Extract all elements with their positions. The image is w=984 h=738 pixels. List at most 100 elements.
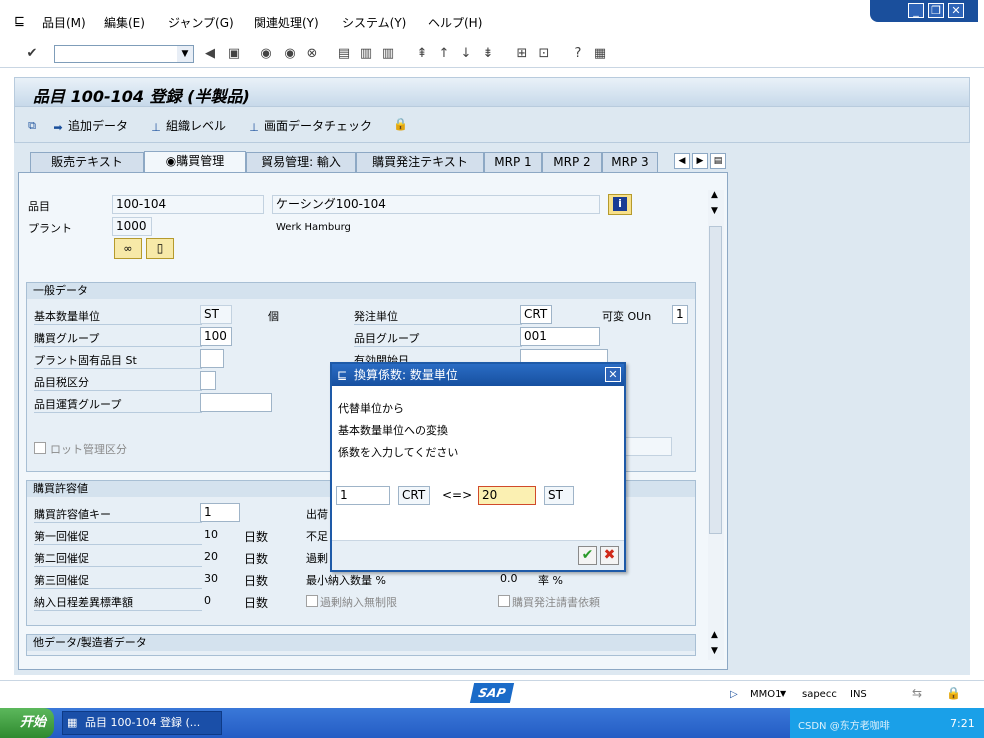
- scroll-thumb[interactable]: [709, 226, 722, 534]
- menu-icon[interactable]: ⊑: [14, 14, 25, 29]
- confirm-button[interactable]: ✔: [578, 546, 597, 565]
- order-unit-field[interactable]: CRT: [520, 305, 552, 324]
- tab-scroll-right-icon[interactable]: ▶: [692, 153, 708, 169]
- scroll-down-bottom-icon[interactable]: ▼: [711, 646, 718, 656]
- tab-purchase-order-text[interactable]: 購買発注テキスト: [356, 152, 484, 172]
- purch-group-field[interactable]: 100: [200, 327, 232, 346]
- first-page-icon[interactable]: ⇞: [414, 46, 430, 62]
- chevron-down-icon[interactable]: ▼: [177, 46, 193, 62]
- std-deviation-unit: 日数: [244, 596, 269, 610]
- enter-icon[interactable]: ✔: [24, 46, 40, 62]
- misc-field[interactable]: [620, 437, 672, 456]
- select-views-button[interactable]: ⧉: [25, 117, 42, 132]
- status-expand-icon[interactable]: ▷: [730, 689, 738, 700]
- back-icon[interactable]: ◉: [258, 46, 274, 62]
- next-page-icon[interactable]: ↓: [458, 46, 474, 62]
- plant-status-field[interactable]: [200, 349, 224, 368]
- back-triangle-icon[interactable]: ◀: [202, 46, 218, 62]
- plant-field[interactable]: 1000: [112, 217, 152, 236]
- tab-mrp2[interactable]: MRP 2: [542, 152, 602, 172]
- command-field[interactable]: ▼: [54, 45, 194, 63]
- freight-group-label: 品目運賃グループ: [34, 396, 202, 413]
- start-button[interactable]: 开始: [0, 708, 54, 738]
- tab-purchasing[interactable]: ◉購買管理: [144, 151, 246, 172]
- session-dropdown-icon[interactable]: ▼: [780, 689, 786, 698]
- menu-extras[interactable]: 関連処理(Y): [254, 14, 319, 31]
- lock-icon[interactable]: 🔒: [393, 117, 408, 131]
- reminder1-label: 第一回催促: [34, 528, 202, 545]
- tolerance-key-field[interactable]: 1: [200, 503, 240, 522]
- cancel-icon[interactable]: ⊗: [304, 46, 320, 62]
- acknowledgement-checkbox[interactable]: [498, 595, 510, 607]
- base-qty-field[interactable]: 20: [478, 486, 536, 505]
- dialog-title: 換算係数: 数量単位: [354, 368, 458, 382]
- tax-ind-field[interactable]: [200, 371, 216, 390]
- layout-menu-icon[interactable]: ▦: [592, 46, 608, 62]
- vertical-scrollbar[interactable]: ▲ ▼ ▲ ▼: [708, 190, 724, 660]
- scroll-up-icon[interactable]: ▲: [711, 190, 718, 200]
- batch-mgmt-checkbox[interactable]: [34, 442, 46, 454]
- print-icon[interactable]: ▤: [336, 46, 352, 62]
- exit-icon[interactable]: ◉: [282, 46, 298, 62]
- alt-qty-field[interactable]: 1: [336, 486, 390, 505]
- batch-mgmt-label: ロット管理区分: [50, 443, 127, 456]
- restore-icon[interactable]: ❐: [928, 3, 944, 18]
- prev-page-icon[interactable]: ↑: [436, 46, 452, 62]
- tab-foreign-trade-import[interactable]: 貿易管理: 輸入: [246, 152, 356, 172]
- shortcut-icon[interactable]: ⊡: [536, 46, 552, 62]
- document-button[interactable]: ▯: [146, 238, 174, 259]
- add-data-button[interactable]: ➡ 追加データ: [51, 117, 128, 134]
- unlimited-overdelivery-checkbox[interactable]: [306, 595, 318, 607]
- underdelivery-label: 不足: [306, 530, 328, 543]
- cancel-button[interactable]: ✖: [600, 546, 619, 565]
- views-icon: ⧉: [28, 119, 36, 132]
- var-oun-field[interactable]: 1: [672, 305, 688, 324]
- taskbar-item-sap[interactable]: ▦ 品目 100-104 登録 (...: [62, 711, 222, 735]
- tab-mrp1[interactable]: MRP 1: [484, 152, 542, 172]
- material-group-field[interactable]: 001: [520, 327, 600, 346]
- base-unit-field: ST: [544, 486, 574, 505]
- min-qty-label: 最小納入数量 %: [306, 574, 386, 587]
- material-label: 品目: [28, 200, 50, 213]
- last-page-icon[interactable]: ⇟: [480, 46, 496, 62]
- clock: 7:21: [950, 717, 975, 730]
- order-unit-label: 発注単位: [354, 308, 522, 325]
- tab-scroll-left-icon[interactable]: ◀: [674, 153, 690, 169]
- menu-system[interactable]: システム(Y): [342, 14, 406, 31]
- tab-list-icon[interactable]: ▤: [710, 153, 726, 169]
- tab-mrp3[interactable]: MRP 3: [602, 152, 658, 172]
- scroll-down-icon[interactable]: ▼: [711, 206, 718, 216]
- save-icon[interactable]: ▣: [226, 46, 242, 62]
- tab-active-icon: ◉: [165, 154, 177, 168]
- reminder3-value: 30: [204, 572, 218, 585]
- info-button[interactable]: i: [608, 194, 632, 215]
- menu-material[interactable]: 品目(M): [42, 14, 86, 31]
- material-description-field[interactable]: ケーシング100-104: [272, 195, 600, 214]
- screen-check-button[interactable]: ⊥ 画面データチェック: [247, 117, 372, 134]
- org-levels-button[interactable]: ⊥ 組織レベル: [149, 117, 226, 134]
- new-session-icon[interactable]: ⊞: [514, 46, 530, 62]
- close-icon[interactable]: ✕: [948, 3, 964, 18]
- menu-help[interactable]: ヘルプ(H): [428, 14, 482, 31]
- tab-sales-text[interactable]: 販売テキスト: [30, 152, 144, 172]
- base-uom-field[interactable]: ST: [200, 305, 232, 324]
- std-deviation-value: 0: [204, 594, 211, 607]
- material-field[interactable]: 100-104: [112, 195, 264, 214]
- menu-goto[interactable]: ジャンプ(G): [168, 14, 234, 31]
- help-icon[interactable]: ?: [570, 46, 586, 62]
- freight-group-field[interactable]: [200, 393, 272, 412]
- reminder1-value: 10: [204, 528, 218, 541]
- info-icon: i: [613, 197, 627, 211]
- menu-bar: ⊑ 品目(M) 編集(E) ジャンプ(G) 関連処理(Y) システム(Y) ヘル…: [0, 0, 984, 40]
- document-icon: ▯: [156, 241, 164, 255]
- find-next-icon[interactable]: ▥: [380, 46, 396, 62]
- menu-edit[interactable]: 編集(E): [104, 14, 145, 31]
- minimize-icon[interactable]: _: [908, 3, 924, 18]
- find-icon[interactable]: ▥: [358, 46, 374, 62]
- dialog-title-bar[interactable]: ⊑ 換算係数: 数量単位 ✕: [332, 364, 624, 386]
- reminder2-value: 20: [204, 550, 218, 563]
- reminder2-label: 第二回催促: [34, 550, 202, 567]
- scroll-up-bottom-icon[interactable]: ▲: [711, 630, 718, 640]
- glasses-button[interactable]: ∞: [114, 238, 142, 259]
- close-icon[interactable]: ✕: [605, 367, 621, 382]
